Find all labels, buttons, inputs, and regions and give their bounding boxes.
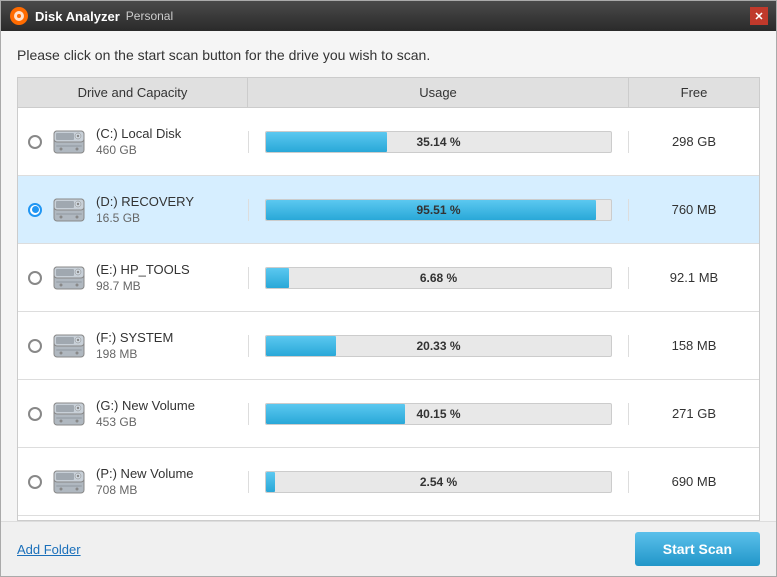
app-logo-icon bbox=[9, 6, 29, 26]
usage-cell: 6.68 % bbox=[248, 267, 629, 289]
titlebar: Disk Analyzer Personal ✕ bbox=[1, 1, 776, 31]
drive-name: (E:) HP_TOOLS bbox=[96, 262, 190, 277]
drive-size: 16.5 GB bbox=[96, 211, 194, 225]
progress-label: 20.33 % bbox=[416, 339, 460, 353]
instruction-text: Please click on the start scan button fo… bbox=[17, 47, 760, 63]
drive-size: 453 GB bbox=[96, 415, 195, 429]
progress-bar: 40.15 % bbox=[265, 403, 612, 425]
progress-fill bbox=[266, 268, 289, 288]
table-row[interactable]: (E:) HP_TOOLS 98.7 MB 6.68 % 92.1 MB bbox=[18, 244, 759, 312]
titlebar-left: Disk Analyzer Personal bbox=[9, 6, 173, 26]
usage-cell: 95.51 % bbox=[248, 199, 629, 221]
drive-info: (E:) HP_TOOLS 98.7 MB bbox=[18, 251, 248, 305]
drive-info: (P:) New Volume 708 MB bbox=[18, 455, 248, 509]
free-cell: 298 GB bbox=[629, 134, 759, 149]
drive-text: (P:) New Volume 708 MB bbox=[96, 466, 194, 497]
main-window: Disk Analyzer Personal ✕ Please click on… bbox=[0, 0, 777, 577]
progress-fill bbox=[266, 404, 405, 424]
table-row[interactable]: (G:) New Volume 453 GB 40.15 % 271 GB bbox=[18, 380, 759, 448]
table-row[interactable]: (F:) SYSTEM 198 MB 20.33 % 158 MB bbox=[18, 312, 759, 380]
hdd-icon bbox=[50, 463, 88, 501]
progress-label: 40.15 % bbox=[416, 407, 460, 421]
usage-cell: 40.15 % bbox=[248, 403, 629, 425]
table-row[interactable]: (P:) New Volume 708 MB 2.54 % 690 MB bbox=[18, 448, 759, 516]
drive-size: 708 MB bbox=[96, 483, 194, 497]
drive-size: 198 MB bbox=[96, 347, 173, 361]
close-button[interactable]: ✕ bbox=[750, 7, 768, 25]
drive-radio-4[interactable] bbox=[28, 407, 42, 421]
drive-text: (F:) SYSTEM 198 MB bbox=[96, 330, 173, 361]
usage-cell: 2.54 % bbox=[248, 471, 629, 493]
free-cell: 271 GB bbox=[629, 406, 759, 421]
progress-bar: 20.33 % bbox=[265, 335, 612, 357]
drive-text: (C:) Local Disk 460 GB bbox=[96, 126, 181, 157]
progress-fill bbox=[266, 336, 336, 356]
main-content: Please click on the start scan button fo… bbox=[1, 31, 776, 521]
drive-info: (G:) New Volume 453 GB bbox=[18, 387, 248, 441]
drive-info: (C:) Local Disk 460 GB bbox=[18, 115, 248, 169]
progress-label: 95.51 % bbox=[416, 203, 460, 217]
drive-name: (F:) SYSTEM bbox=[96, 330, 173, 345]
progress-bar: 95.51 % bbox=[265, 199, 612, 221]
drive-radio-1[interactable] bbox=[28, 203, 42, 217]
footer: Add Folder Start Scan bbox=[1, 521, 776, 576]
table-header: Drive and Capacity Usage Free bbox=[18, 78, 759, 108]
drive-name: (P:) New Volume bbox=[96, 466, 194, 481]
progress-label: 6.68 % bbox=[420, 271, 457, 285]
drive-info: (D:) RECOVERY 16.5 GB bbox=[18, 183, 248, 237]
hdd-icon bbox=[50, 123, 88, 161]
free-cell: 760 MB bbox=[629, 202, 759, 217]
drive-radio-3[interactable] bbox=[28, 339, 42, 353]
add-folder-link[interactable]: Add Folder bbox=[17, 542, 81, 557]
drive-text: (G:) New Volume 453 GB bbox=[96, 398, 195, 429]
drive-text: (E:) HP_TOOLS 98.7 MB bbox=[96, 262, 190, 293]
drives-table: Drive and Capacity Usage Free (C:) Local… bbox=[17, 77, 760, 521]
usage-cell: 35.14 % bbox=[248, 131, 629, 153]
col-header-drive: Drive and Capacity bbox=[18, 78, 248, 107]
free-cell: 92.1 MB bbox=[629, 270, 759, 285]
progress-fill bbox=[266, 132, 387, 152]
table-body: (C:) Local Disk 460 GB 35.14 % 298 GB bbox=[18, 108, 759, 516]
drive-size: 460 GB bbox=[96, 143, 181, 157]
col-header-free: Free bbox=[629, 78, 759, 107]
table-row[interactable]: (C:) Local Disk 460 GB 35.14 % 298 GB bbox=[18, 108, 759, 176]
drive-name: (C:) Local Disk bbox=[96, 126, 181, 141]
table-row[interactable]: (D:) RECOVERY 16.5 GB 95.51 % 760 MB bbox=[18, 176, 759, 244]
free-cell: 158 MB bbox=[629, 338, 759, 353]
progress-bar: 35.14 % bbox=[265, 131, 612, 153]
drive-text: (D:) RECOVERY 16.5 GB bbox=[96, 194, 194, 225]
drive-radio-2[interactable] bbox=[28, 271, 42, 285]
usage-cell: 20.33 % bbox=[248, 335, 629, 357]
start-scan-button[interactable]: Start Scan bbox=[635, 532, 760, 566]
col-header-usage: Usage bbox=[248, 78, 629, 107]
hdd-icon bbox=[50, 191, 88, 229]
drive-radio-0[interactable] bbox=[28, 135, 42, 149]
progress-bar: 6.68 % bbox=[265, 267, 612, 289]
app-edition: Personal bbox=[126, 9, 173, 23]
progress-label: 2.54 % bbox=[420, 475, 457, 489]
free-cell: 690 MB bbox=[629, 474, 759, 489]
drive-size: 98.7 MB bbox=[96, 279, 190, 293]
hdd-icon bbox=[50, 327, 88, 365]
drive-radio-5[interactable] bbox=[28, 475, 42, 489]
app-title: Disk Analyzer bbox=[35, 9, 120, 24]
hdd-icon bbox=[50, 395, 88, 433]
progress-fill bbox=[266, 472, 275, 492]
progress-bar: 2.54 % bbox=[265, 471, 612, 493]
drive-info: (F:) SYSTEM 198 MB bbox=[18, 319, 248, 373]
progress-label: 35.14 % bbox=[416, 135, 460, 149]
drive-name: (G:) New Volume bbox=[96, 398, 195, 413]
hdd-icon bbox=[50, 259, 88, 297]
drive-name: (D:) RECOVERY bbox=[96, 194, 194, 209]
